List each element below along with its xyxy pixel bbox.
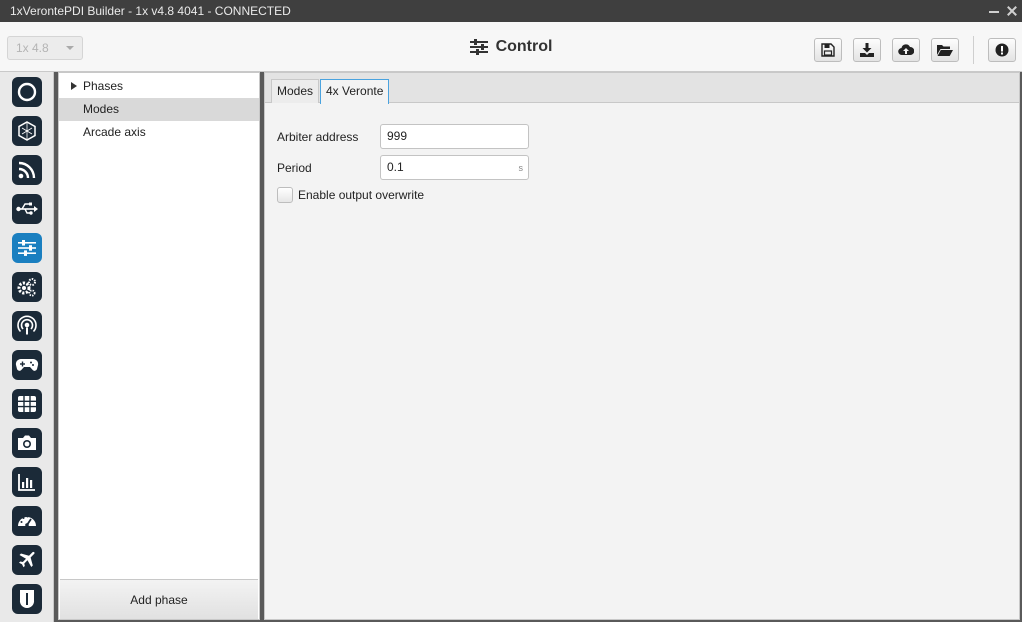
close-icon[interactable] bbox=[1006, 5, 1018, 17]
rail-item-broadcast[interactable] bbox=[12, 311, 42, 341]
alert-button[interactable] bbox=[988, 38, 1016, 62]
toolbar bbox=[803, 36, 1016, 64]
bar-chart-icon bbox=[18, 474, 35, 491]
rail-item-grid[interactable] bbox=[12, 389, 42, 419]
tab-modes[interactable]: Modes bbox=[271, 79, 320, 103]
hexagon-icon bbox=[18, 121, 36, 141]
add-phase-button[interactable]: Add phase bbox=[60, 579, 258, 619]
alert-icon bbox=[995, 43, 1009, 57]
grid-icon bbox=[18, 396, 36, 412]
rail-item-plots[interactable] bbox=[12, 467, 42, 497]
period-label: Period bbox=[277, 161, 312, 175]
folder-open-icon bbox=[937, 45, 953, 56]
tab-4x-veronte[interactable]: 4x Veronte bbox=[320, 79, 390, 104]
gears-icon bbox=[17, 278, 36, 297]
rail-item-status[interactable] bbox=[12, 77, 42, 107]
gauge-icon bbox=[18, 515, 36, 527]
rail-item-devices[interactable] bbox=[12, 116, 42, 146]
window-title: 1xVerontePDI Builder - 1x v4.8 4041 - CO… bbox=[10, 4, 291, 18]
toolbar-separator bbox=[973, 36, 974, 64]
arbiter-address-value: 999 bbox=[387, 129, 408, 143]
main-panel: Modes 4x Veronte Arbiter address 999 Per… bbox=[264, 72, 1020, 620]
rail-item-security[interactable] bbox=[12, 584, 42, 614]
rss-icon bbox=[18, 161, 36, 179]
save-button[interactable] bbox=[814, 38, 842, 62]
broadcast-icon bbox=[17, 315, 37, 335]
tree-item-label: Arcade axis bbox=[83, 125, 146, 139]
window-controls bbox=[988, 0, 1018, 22]
sliders-icon bbox=[18, 240, 36, 256]
module-sidebar bbox=[0, 72, 54, 622]
tree-item-label: Phases bbox=[83, 79, 124, 93]
chevron-right-icon[interactable] bbox=[71, 82, 77, 90]
rail-item-usb[interactable] bbox=[12, 194, 42, 224]
period-unit: s bbox=[518, 163, 524, 173]
camera-icon bbox=[18, 435, 36, 450]
rail-item-camera[interactable] bbox=[12, 428, 42, 458]
usb-icon bbox=[16, 202, 38, 215]
sliders-icon bbox=[469, 39, 488, 55]
rail-item-flight[interactable] bbox=[12, 545, 42, 575]
tab-bar: Modes 4x Veronte bbox=[265, 73, 1019, 104]
rail-item-gauges[interactable] bbox=[12, 506, 42, 536]
rail-item-gamepad[interactable] bbox=[12, 350, 42, 380]
save-icon bbox=[821, 43, 835, 57]
enable-output-overwrite-label[interactable]: Enable output overwrite bbox=[298, 188, 424, 202]
tree-item-phases[interactable]: Phases bbox=[59, 75, 259, 98]
tree-item-modes[interactable]: Modes bbox=[59, 98, 259, 121]
rail-item-configuration[interactable] bbox=[12, 272, 42, 302]
tree-item-label: Modes bbox=[83, 102, 120, 116]
rail-item-control[interactable] bbox=[12, 233, 42, 263]
download-button[interactable] bbox=[853, 38, 881, 62]
phase-tree: Phases Modes Arcade axis Add phase bbox=[58, 72, 260, 620]
cloud-upload-button[interactable] bbox=[892, 38, 920, 62]
gamepad-icon bbox=[15, 358, 39, 371]
airplane-icon bbox=[19, 552, 35, 568]
shield-icon bbox=[19, 590, 35, 609]
period-value: 0.1 bbox=[387, 160, 404, 174]
tree-item-arcade-axis[interactable]: Arcade axis bbox=[59, 121, 259, 144]
page-title-text: Control bbox=[495, 38, 553, 55]
download-icon bbox=[860, 43, 874, 57]
arbiter-address-label: Arbiter address bbox=[277, 130, 359, 144]
enable-output-overwrite-checkbox[interactable] bbox=[277, 187, 293, 203]
app-header: 1x 4.8 Control bbox=[0, 22, 1022, 72]
minimize-icon[interactable] bbox=[988, 5, 1000, 17]
arbiter-address-input[interactable]: 999 bbox=[380, 124, 529, 149]
rail-item-feed[interactable] bbox=[12, 155, 42, 185]
ring-icon bbox=[17, 82, 37, 102]
open-folder-button[interactable] bbox=[931, 38, 959, 62]
window-titlebar: 1xVerontePDI Builder - 1x v4.8 4041 - CO… bbox=[0, 0, 1022, 22]
cloud-upload-icon bbox=[898, 44, 914, 56]
period-input[interactable]: 0.1 s bbox=[380, 155, 529, 180]
